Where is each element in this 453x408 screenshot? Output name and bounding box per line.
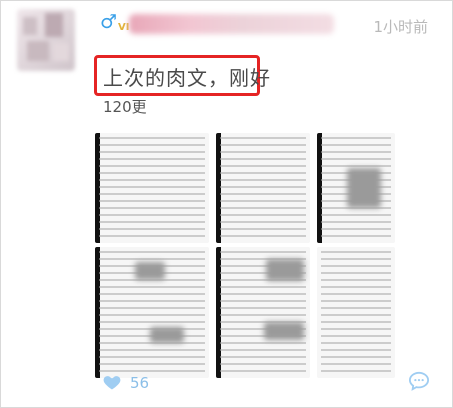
post-image-1[interactable]: [95, 133, 209, 243]
post-image-4[interactable]: [95, 247, 209, 378]
post-image-2[interactable]: [216, 133, 310, 243]
post-image-6[interactable]: [317, 247, 395, 378]
heart-icon[interactable]: [102, 372, 122, 392]
avatar[interactable]: [17, 9, 75, 71]
post-image-3[interactable]: [317, 133, 395, 243]
post-image-5[interactable]: [216, 247, 310, 378]
username-blurred[interactable]: [129, 14, 334, 34]
gender-male-icon: ♂: [100, 11, 118, 33]
like-count: 56: [130, 374, 150, 392]
vip-badge: VI: [118, 22, 130, 33]
image-grid: [95, 133, 395, 378]
comment-bubble-icon[interactable]: [408, 371, 430, 391]
post-card: ♂ VI 1小时前 上次的肉文，刚好 120更 56: [0, 0, 453, 408]
post-title: 上次的肉文，刚好: [103, 66, 271, 90]
post-subtitle: 120更: [103, 98, 147, 116]
post-time: 1小时前: [373, 18, 428, 36]
